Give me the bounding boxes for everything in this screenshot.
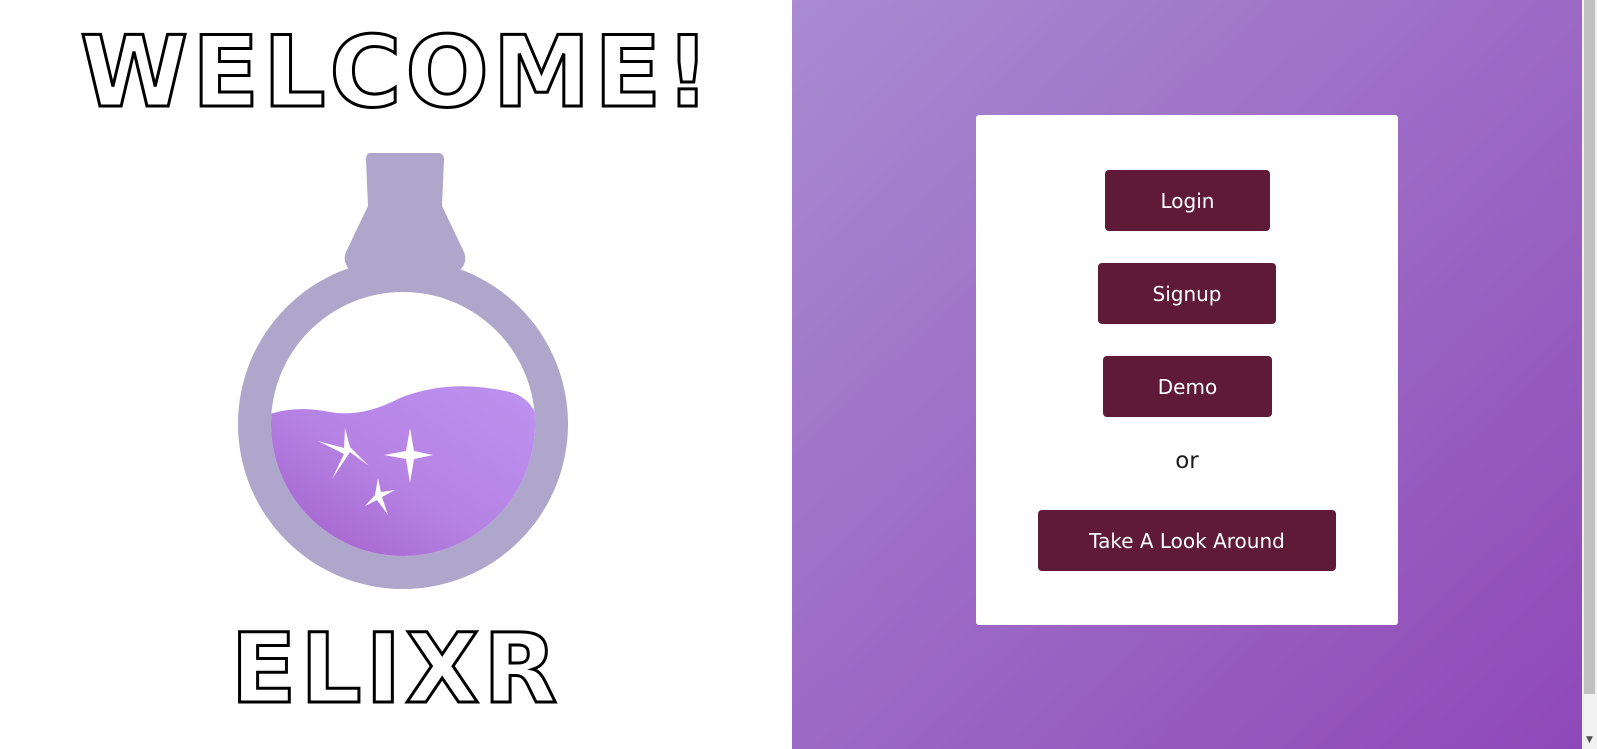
potion-flask-icon (238, 153, 568, 589)
elixr-wordmark: ELIXR (229, 612, 561, 727)
scroll-down-arrow-icon[interactable]: ▼ (1582, 732, 1597, 749)
branding-art: WELCOME! WELCOME! ELIXR (79, 15, 714, 727)
landing-page: WELCOME! WELCOME! ELIXR Login Signup Dem… (0, 0, 1597, 749)
welcome-heading: WELCOME! WELCOME! (79, 15, 714, 132)
login-button[interactable]: Login (1105, 170, 1270, 231)
vertical-scrollbar[interactable]: ▼ (1582, 0, 1597, 749)
demo-button[interactable]: Demo (1103, 356, 1272, 417)
scrollbar-thumb[interactable] (1584, 0, 1595, 694)
signup-button[interactable]: Signup (1098, 263, 1276, 324)
or-separator: or (1175, 448, 1199, 474)
branding-panel: WELCOME! WELCOME! ELIXR (0, 0, 792, 749)
take-a-look-around-button[interactable]: Take A Look Around (1038, 510, 1336, 571)
welcome-heading-inline: WELCOME! (80, 16, 714, 130)
elixr-wordmark-outline: ELIXR (231, 613, 561, 725)
